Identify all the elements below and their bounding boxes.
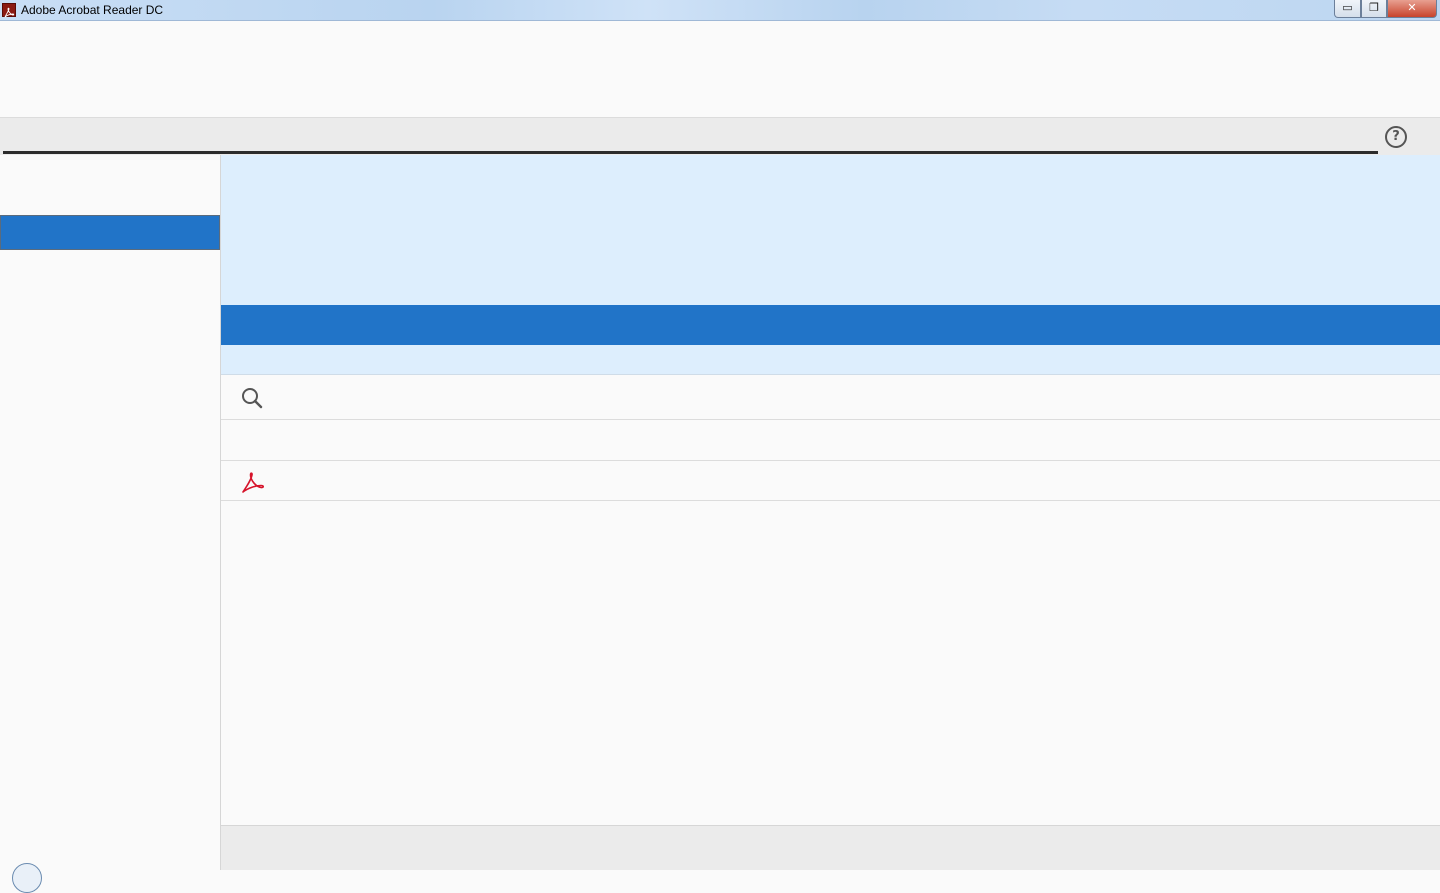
help-icon[interactable]: ? xyxy=(1385,126,1407,148)
acrobat-icon xyxy=(2,3,16,18)
search-row xyxy=(221,375,1440,420)
tab-strip: ? xyxy=(0,118,1440,155)
welcome-banner xyxy=(221,155,1440,375)
search-icon[interactable] xyxy=(241,387,263,409)
sidebar xyxy=(0,155,221,893)
main-content xyxy=(221,155,1440,870)
banner-action-bar[interactable] xyxy=(221,305,1440,345)
title-bar: Adobe Acrobat Reader DC ▭ ❐ ✕ xyxy=(0,0,1440,21)
status-footer xyxy=(221,825,1440,870)
maximize-button[interactable]: ❐ xyxy=(1361,0,1387,18)
close-button[interactable]: ✕ xyxy=(1387,0,1437,18)
search-input[interactable] xyxy=(273,383,1423,411)
pdf-icon xyxy=(239,470,267,496)
active-tab-indicator xyxy=(3,151,1378,154)
window-title: Adobe Acrobat Reader DC xyxy=(21,3,164,17)
account-avatar[interactable] xyxy=(12,863,42,893)
file-list-item[interactable] xyxy=(221,461,1440,501)
toolbar-area xyxy=(0,21,1440,118)
minimize-button[interactable]: ▭ xyxy=(1334,0,1361,18)
sidebar-item-selected[interactable] xyxy=(0,215,220,250)
file-list-header xyxy=(221,420,1440,461)
